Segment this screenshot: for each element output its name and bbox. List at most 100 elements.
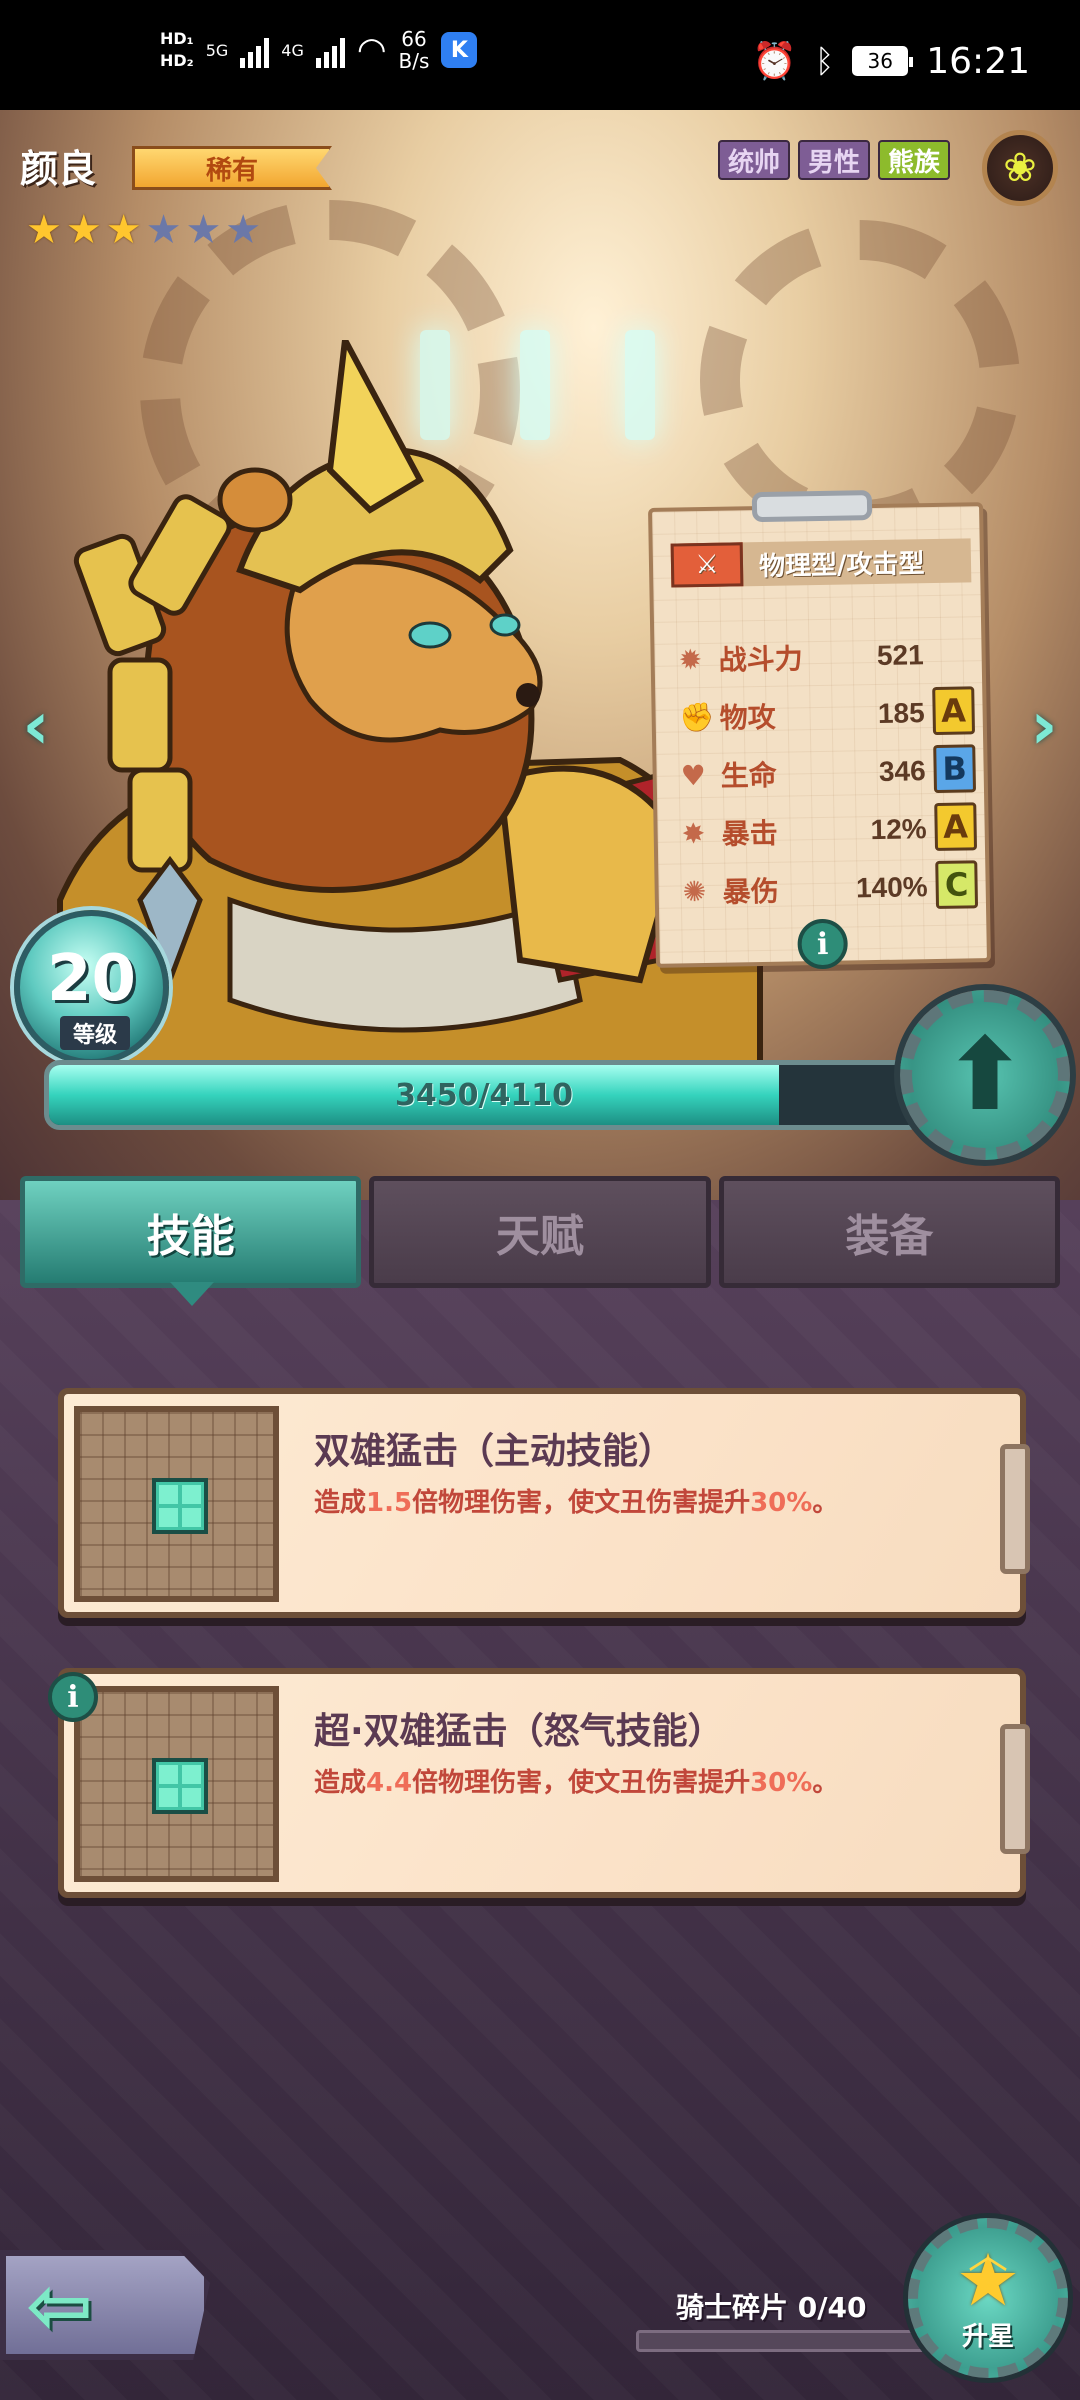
stat-value: 346: [878, 755, 926, 787]
tag-race: 熊族: [877, 140, 950, 180]
tab-talent[interactable]: 天赋: [369, 1176, 711, 1288]
back-arrow-icon: ⇦: [26, 2258, 94, 2352]
status-right: ⏰ ᛒ 36 16:21: [752, 40, 1030, 83]
xp-bar: 3450/4110: [44, 1060, 924, 1130]
star-rating: ★ ★ ★ ★ ★ ★: [26, 210, 261, 250]
crit-damage-icon: ✺: [682, 874, 707, 908]
xp-text: 3450/4110: [395, 1077, 573, 1113]
star-filled-icon: ★: [26, 207, 62, 253]
speed-value: 66: [401, 27, 427, 51]
stats-card: ⚔ 物理型/攻击型 ✹ 战斗力 521 ✊ 物攻 185 A ♥ 生命 346 …: [648, 490, 991, 970]
star-filled-icon: ★: [105, 207, 142, 253]
alarm-icon: ⏰: [752, 41, 798, 82]
chevron-up-icon: ︿: [968, 2232, 1008, 2278]
hero-name: 颜良: [20, 147, 97, 191]
star-filled-icon: ★: [65, 207, 102, 253]
back-button[interactable]: ⇦: [0, 2250, 210, 2360]
skill-name: 超·双雄猛击（怒气技能）: [314, 1711, 724, 1752]
grade-badge: A: [932, 686, 976, 736]
k-app-icon: K: [441, 32, 478, 68]
desc-suffix: 。: [812, 1488, 839, 1518]
network-speed: 66 B/s: [399, 28, 430, 72]
clock: 16:21: [926, 40, 1030, 82]
hero-tags: 统帅 男性 熊族: [717, 140, 950, 180]
stat-value: 12%: [870, 813, 927, 846]
card-side-tab: [1000, 1444, 1030, 1574]
desc-multiplier: 1.5: [366, 1488, 413, 1518]
skill-card[interactable]: 超·双雄猛击（怒气技能） 造成4.4倍物理伤害，使文丑伤害提升30%。: [58, 1668, 1030, 1898]
signal-5g-icon: [240, 32, 270, 68]
signal-4g-icon: [315, 32, 345, 68]
paw-icon[interactable]: ❀: [982, 130, 1058, 206]
stat-label: 暴伤: [722, 874, 780, 909]
bluetooth-icon: ᛒ: [815, 42, 835, 80]
window-icon: [152, 1478, 208, 1534]
prev-hero-arrow-icon[interactable]: ‹: [14, 687, 58, 764]
hd2-label: HD₂: [160, 51, 194, 70]
speed-unit: B/s: [398, 49, 430, 73]
stat-label: 生命: [720, 758, 777, 793]
crit-icon: ✸: [681, 816, 706, 850]
heart-icon: ♥: [680, 758, 707, 792]
star-empty-icon: ★: [145, 207, 182, 253]
skill-description: 造成1.5倍物理伤害，使文丑伤害提升30%。: [314, 1482, 838, 1519]
level-label: 等级: [60, 1016, 130, 1050]
next-hero-arrow-icon[interactable]: ›: [1022, 687, 1066, 764]
star-up-button[interactable]: ︿ ★ 升星: [908, 2218, 1068, 2378]
stat-label: 战斗力: [718, 642, 803, 677]
desc-middle: 倍物理伤害，使文丑伤害提升: [412, 1768, 751, 1798]
skill-name: 双雄猛击（主动技能）: [314, 1431, 675, 1472]
shard-progress-bar: [636, 2330, 936, 2352]
stat-row-power: ✹ 战斗力 521: [678, 626, 979, 687]
star-up-label: 升星: [961, 2321, 1014, 2352]
tab-equipment[interactable]: 装备: [718, 1176, 1060, 1288]
skill-card[interactable]: 双雄猛击（主动技能） 造成1.5倍物理伤害，使文丑伤害提升30%。: [58, 1388, 1030, 1618]
battery-icon: 36: [852, 46, 914, 76]
skill-info-icon[interactable]: i: [48, 1672, 98, 1722]
hero-type-label: 物理型/攻击型: [758, 548, 925, 582]
up-arrow-icon: ⬆: [943, 1016, 1027, 1133]
desc-suffix: 。: [812, 1768, 839, 1798]
desc-percent: 30%: [750, 1768, 813, 1798]
stat-label: 暴击: [721, 816, 779, 851]
skill-icon: [74, 1686, 279, 1882]
sword-icon: ⚔: [670, 542, 744, 588]
tab-bar: 技能 天赋 装备: [20, 1176, 1060, 1288]
stat-value: 521: [876, 639, 924, 671]
desc-percent: 30%: [750, 1488, 813, 1518]
status-bar: HD₁ HD₂ 5G 4G ◠ 66 B/s K ⏰ ᛒ 36 16:21: [0, 0, 1080, 110]
net-5g-label: 5G: [205, 40, 229, 60]
clipboard-clip: [751, 490, 873, 523]
wifi-icon: ◠: [356, 30, 387, 70]
shard-progress-label: 骑士碎片 0/40: [676, 2291, 867, 2324]
level-orb: 20 等级: [14, 910, 169, 1065]
desc-prefix: 造成: [314, 1768, 367, 1798]
stat-value: 140%: [855, 871, 928, 904]
grade-badge: C: [935, 860, 979, 909]
grade-badge: A: [934, 802, 978, 852]
tab-skills[interactable]: 技能: [20, 1176, 362, 1288]
desc-prefix: 造成: [314, 1488, 367, 1518]
stat-label: 物攻: [719, 700, 776, 735]
battery-level: 36: [867, 49, 893, 73]
grade-badge: B: [933, 744, 977, 794]
hero-type: ⚔ 物理型/攻击型: [670, 538, 972, 588]
net-4g-label: 4G: [281, 40, 304, 60]
hd-indicator: HD₁ HD₂: [160, 28, 194, 72]
status-left: HD₁ HD₂ 5G 4G ◠ 66 B/s K: [160, 28, 478, 72]
skill-description: 造成4.4倍物理伤害，使文丑伤害提升30%。: [314, 1762, 838, 1799]
level-value: 20: [46, 942, 137, 1016]
stats-info-icon[interactable]: i: [797, 918, 849, 970]
attack-icon: ✊: [679, 700, 715, 734]
card-side-tab: [1000, 1724, 1030, 1854]
rarity-badge: 稀有: [132, 146, 332, 190]
star-empty-icon: ★: [185, 207, 222, 253]
tag-gender: 男性: [797, 140, 870, 180]
tag-role: 统帅: [717, 140, 790, 180]
level-up-button[interactable]: ⬆: [900, 990, 1070, 1160]
skill-icon: [74, 1406, 279, 1602]
star-empty-icon: ★: [225, 207, 262, 253]
stat-value: 185: [877, 697, 925, 729]
desc-multiplier: 4.4: [366, 1768, 413, 1798]
hero-showcase: 颜良 稀有 ★ ★ ★ ★ ★ ★ 统帅 男性 熊族 ❀ ‹ › ⚔ 物理型/攻击型 ✹ …: [0, 110, 1080, 1200]
